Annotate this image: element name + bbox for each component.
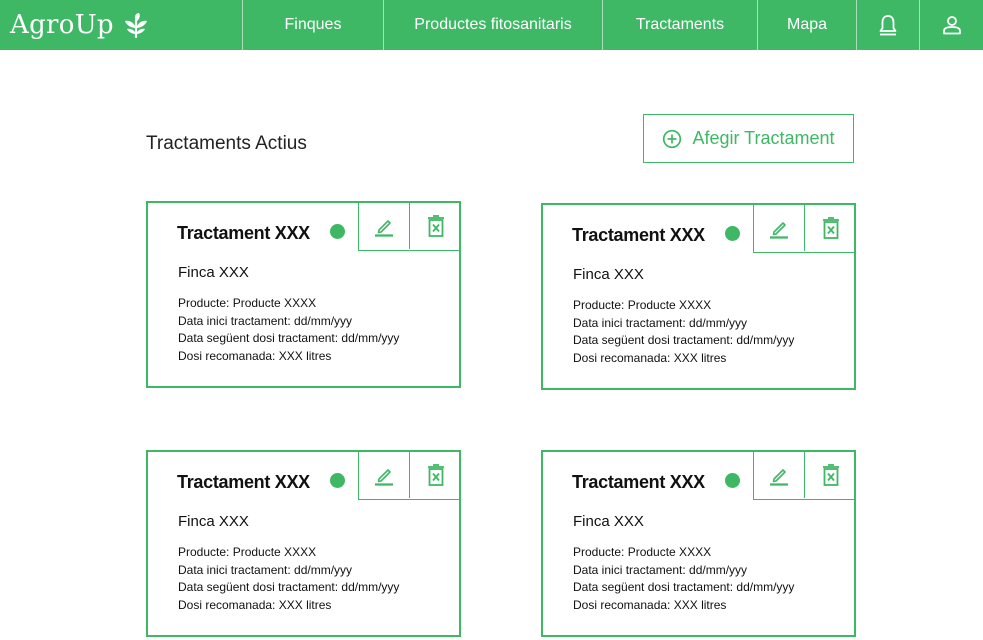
card-finca: Finca XXX xyxy=(573,513,644,530)
add-treatment-button[interactable]: Afegir Tractament xyxy=(643,114,854,163)
detail-line: Producte: Producte XXXX xyxy=(178,296,317,310)
status-dot xyxy=(330,224,345,239)
user-icon xyxy=(942,16,961,35)
treatment-card: Tractament XXX Finca XXX Producte: Produ… xyxy=(146,450,461,637)
detail-line: Data inici tractament: dd/mm/yyy xyxy=(178,562,353,577)
treatment-card: Tractament XXX Finca XXX Producte: Produ… xyxy=(146,201,461,388)
plus-circle-icon xyxy=(663,129,682,148)
card-finca: Finca XXX xyxy=(178,513,249,530)
detail-line: Producte: Producte XXXX xyxy=(178,545,317,559)
edit-button[interactable] xyxy=(359,452,410,498)
pencil-icon xyxy=(375,469,393,486)
detail-line: Dosi recomanada: XXX litres xyxy=(178,597,332,612)
brand-logo[interactable]: AgroUp xyxy=(0,0,243,50)
detail-line: Data següent dosi tractament: dd/mm/yyy xyxy=(573,580,795,594)
delete-button[interactable] xyxy=(410,203,461,249)
trash-icon xyxy=(822,464,839,486)
detail-line: Data inici tractament: dd/mm/yyy xyxy=(178,313,353,328)
detail-line: Producte: Producte XXXX xyxy=(573,298,712,312)
treatment-card: Tractament XXX Finca XXX Producte: Produ… xyxy=(541,203,856,390)
page-title: Tractaments Actius xyxy=(146,133,307,154)
add-treatment-label: Afegir Tractament xyxy=(692,128,835,148)
edit-button[interactable] xyxy=(359,203,410,249)
trash-icon xyxy=(427,464,444,486)
leaf-icon xyxy=(124,13,147,38)
trash-icon xyxy=(822,217,839,239)
detail-line: Data següent dosi tractament: dd/mm/yyy xyxy=(573,333,795,347)
card-actions xyxy=(358,203,461,251)
pencil-icon xyxy=(770,222,788,239)
card-actions xyxy=(358,452,461,500)
detail-line: Dosi recomanada: XXX litres xyxy=(178,348,332,363)
status-dot xyxy=(725,226,740,241)
nav-mapa[interactable]: Mapa xyxy=(758,0,857,50)
user-profile-button[interactable] xyxy=(920,0,983,50)
card-title: Tractament XXX xyxy=(177,223,310,243)
delete-button[interactable] xyxy=(410,452,461,498)
status-dot xyxy=(330,473,345,488)
card-title: Tractament XXX xyxy=(572,225,705,245)
card-title: Tractament XXX xyxy=(572,472,705,492)
brand-name: AgroUp xyxy=(10,10,114,40)
nav-productes-fitosanitaris[interactable]: Productes fitosanitaris xyxy=(384,0,603,50)
detail-line: Data inici tractament: dd/mm/yyy xyxy=(573,562,748,577)
delete-button[interactable] xyxy=(805,452,856,498)
treatment-card: Tractament XXX Finca XXX Producte: Produ… xyxy=(541,450,856,637)
bell-icon xyxy=(879,15,897,36)
detail-line: Producte: Producte XXXX xyxy=(573,545,712,559)
edit-button[interactable] xyxy=(754,205,805,251)
card-actions xyxy=(753,205,856,253)
detail-line: Data següent dosi tractament: dd/mm/yyy xyxy=(178,331,400,345)
card-details: Producte: Producte XXXX Data inici tract… xyxy=(573,297,794,367)
nav-finques[interactable]: Finques xyxy=(243,0,384,50)
detail-line: Dosi recomanada: XXX litres xyxy=(573,350,727,365)
card-details: Producte: Producte XXXX Data inici tract… xyxy=(573,544,794,614)
card-details: Producte: Producte XXXX Data inici tract… xyxy=(178,295,399,365)
pencil-icon xyxy=(375,220,393,237)
top-navbar: AgroUp Finques Productes fitosanitaris T… xyxy=(0,0,983,50)
status-dot xyxy=(725,473,740,488)
nav-tractaments[interactable]: Tractaments xyxy=(603,0,758,50)
pencil-icon xyxy=(770,469,788,486)
card-title: Tractament XXX xyxy=(177,472,310,492)
card-finca: Finca XXX xyxy=(573,266,644,283)
trash-icon xyxy=(427,215,444,237)
card-details: Producte: Producte XXXX Data inici tract… xyxy=(178,544,399,614)
detail-line: Data inici tractament: dd/mm/yyy xyxy=(573,315,748,330)
card-actions xyxy=(753,452,856,500)
card-finca: Finca XXX xyxy=(178,264,249,281)
notifications-button[interactable] xyxy=(857,0,920,50)
detail-line: Dosi recomanada: XXX litres xyxy=(573,597,727,612)
delete-button[interactable] xyxy=(805,205,856,251)
edit-button[interactable] xyxy=(754,452,805,498)
detail-line: Data següent dosi tractament: dd/mm/yyy xyxy=(178,580,400,594)
